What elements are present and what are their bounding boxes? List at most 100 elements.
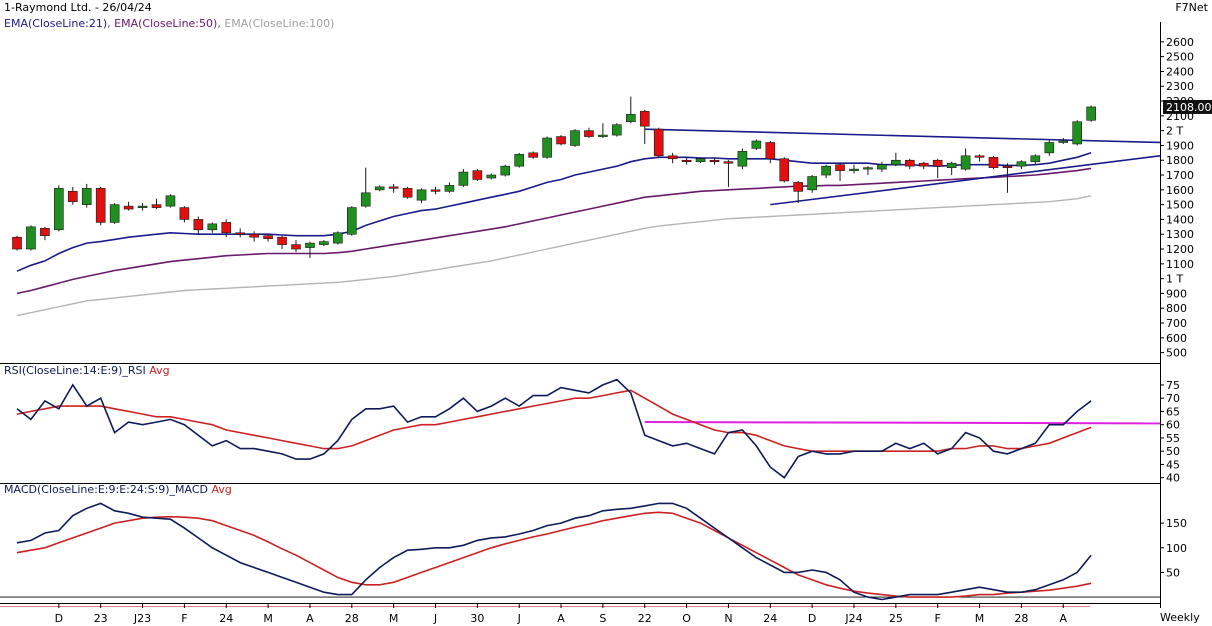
- candle-body: [835, 164, 845, 171]
- candle: [319, 240, 329, 247]
- candle: [291, 240, 301, 252]
- candle: [946, 161, 957, 176]
- time-tick-label: M: [975, 612, 985, 625]
- candle-body: [514, 154, 525, 167]
- candle: [458, 169, 469, 187]
- candle-body: [388, 186, 399, 189]
- candle-body: [891, 159, 901, 165]
- candle-body: [137, 205, 148, 208]
- candle-body: [249, 233, 259, 238]
- time-tick-label: J24: [844, 612, 862, 625]
- candle: [1002, 163, 1013, 193]
- candle-body: [416, 189, 427, 201]
- time-tick-label: 25: [889, 612, 903, 625]
- candle: [904, 158, 915, 170]
- rsi-line: [16, 378, 1092, 479]
- candle: [40, 226, 50, 241]
- price-tick-label: 900: [1166, 287, 1187, 300]
- candle: [346, 206, 357, 236]
- candle-body: [263, 235, 273, 239]
- price-tick-label: 1 T: [1166, 273, 1183, 286]
- candle-body: [319, 241, 329, 245]
- candle: [793, 180, 804, 204]
- candle-body: [974, 155, 985, 158]
- candle: [305, 241, 315, 258]
- price-tick-label: 1800: [1166, 154, 1194, 167]
- candle: [625, 96, 636, 124]
- time-tick-label: J: [517, 612, 521, 625]
- candle-body: [333, 232, 343, 244]
- candle: [430, 186, 441, 195]
- candle-body: [821, 165, 831, 176]
- time-tick-label: A: [1059, 612, 1067, 625]
- candle: [235, 228, 245, 238]
- price-tick-label: 500: [1166, 347, 1187, 360]
- time-tick-label: O: [682, 612, 691, 625]
- candle-body: [849, 168, 859, 171]
- candle-body: [1058, 140, 1069, 143]
- candle-body: [207, 223, 218, 231]
- candle-body: [472, 170, 483, 180]
- candle-body: [374, 186, 385, 191]
- candle: [653, 127, 664, 158]
- candle: [81, 183, 92, 208]
- candle: [737, 148, 748, 170]
- time-tick-label: D: [55, 612, 63, 625]
- rsi-tick-label: 50: [1166, 445, 1180, 458]
- candle-body: [109, 204, 120, 223]
- candle: [109, 203, 120, 224]
- candle-body: [1002, 165, 1013, 168]
- time-tick-label: 24: [219, 612, 233, 625]
- price-tick-label: 1500: [1166, 199, 1194, 212]
- candle: [877, 161, 887, 173]
- macd-tick-label: 100: [1166, 542, 1187, 555]
- candle-body: [584, 130, 594, 137]
- time-tick-label: M: [263, 612, 273, 625]
- price-tick-label: 2600: [1166, 36, 1194, 49]
- price-tick-label: 1900: [1166, 139, 1194, 152]
- price-tick-label: 1200: [1166, 243, 1194, 256]
- candle: [849, 164, 859, 174]
- time-tick-label: 23: [94, 612, 108, 625]
- candle: [528, 151, 538, 159]
- time-tick-label: 28: [345, 612, 359, 625]
- candle: [584, 127, 594, 139]
- candle-body: [1016, 161, 1027, 167]
- candle-body: [430, 189, 441, 192]
- candle: [207, 222, 218, 233]
- candle: [486, 173, 497, 180]
- candle-body: [500, 165, 511, 176]
- price-tick-label: 2 T: [1166, 125, 1183, 138]
- candle-body: [709, 159, 720, 163]
- price-tick-label: 600: [1166, 332, 1187, 345]
- candle: [1030, 154, 1041, 165]
- candle: [779, 157, 790, 183]
- candle-body: [779, 158, 790, 182]
- rsi-tick-label: 75: [1166, 379, 1180, 392]
- price-tick-label: 800: [1166, 302, 1187, 315]
- candle: [974, 154, 985, 162]
- candle-body: [40, 228, 50, 237]
- candle-body: [681, 159, 692, 163]
- candle: [1086, 105, 1096, 122]
- candle-body: [751, 140, 762, 149]
- candle: [988, 155, 999, 170]
- candle-body: [765, 142, 776, 160]
- candle: [249, 231, 259, 242]
- candle: [723, 160, 734, 187]
- price-tick-label: 1400: [1166, 213, 1194, 226]
- candle: [542, 136, 552, 159]
- candle-body: [542, 137, 552, 158]
- time-tick-label: 22: [638, 612, 652, 625]
- candle-body: [863, 167, 873, 170]
- ema50-line: [16, 167, 1092, 295]
- trendline-1: [644, 128, 1161, 144]
- candle: [12, 235, 22, 251]
- candle: [598, 123, 608, 139]
- candle-body: [54, 188, 64, 231]
- rsi-tick-label: 70: [1166, 392, 1180, 405]
- candle: [137, 203, 148, 211]
- candle: [514, 152, 525, 168]
- candle-body: [695, 158, 706, 163]
- candle: [1016, 160, 1027, 170]
